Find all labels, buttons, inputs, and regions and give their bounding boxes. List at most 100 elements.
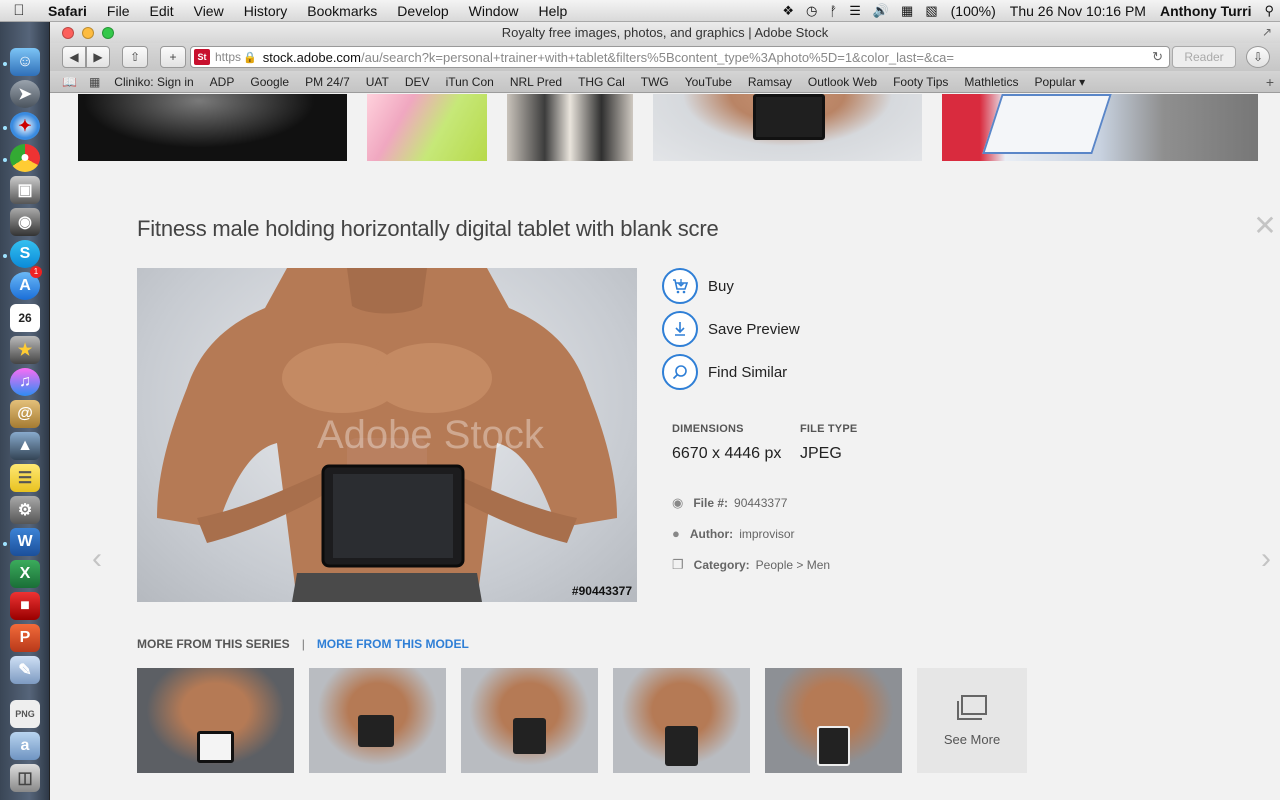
search-result-thumbnail[interactable] [507, 94, 633, 161]
excel-icon[interactable]: X [10, 560, 40, 588]
search-result-thumbnail[interactable] [653, 94, 922, 161]
reading-list-icon[interactable]: 📖 [56, 75, 83, 89]
menu-view[interactable]: View [184, 3, 234, 19]
powerpoint-icon[interactable]: P [10, 624, 40, 652]
find-similar-button[interactable]: Find Similar [662, 354, 800, 390]
search-result-thumbnail[interactable] [78, 94, 347, 161]
calendar-tray-icon[interactable]: ▦ [895, 3, 919, 19]
facetime-icon[interactable]: ◉ [10, 208, 40, 236]
menu-window[interactable]: Window [459, 3, 529, 19]
top-sites-icon[interactable]: ▦ [83, 75, 106, 89]
menu-file[interactable]: File [97, 3, 140, 19]
cart-icon [662, 268, 698, 304]
calendar-icon[interactable]: 26 [10, 304, 40, 332]
bookmark-item[interactable]: UAT [358, 75, 397, 89]
menu-app-name[interactable]: Safari [38, 3, 97, 19]
bookmark-item[interactable]: ADP [202, 75, 243, 89]
previous-arrow-icon[interactable]: ‹ [87, 544, 107, 574]
chrome-icon[interactable]: ● [10, 144, 40, 172]
word-icon[interactable]: W [10, 528, 40, 556]
dropbox-icon[interactable]: ❖ [776, 3, 800, 19]
bookmark-item[interactable]: THG Cal [570, 75, 633, 89]
preview-image[interactable]: Adobe Stock #90443377 [137, 268, 637, 602]
menu-history[interactable]: History [234, 3, 298, 19]
search-result-thumbnail[interactable] [367, 94, 487, 161]
author-link[interactable]: improvisor [739, 527, 794, 541]
series-thumbnail[interactable] [613, 668, 750, 773]
category-icon: ❐ [672, 557, 684, 572]
author-label: Author: [689, 526, 734, 541]
menu-bookmarks[interactable]: Bookmarks [297, 3, 387, 19]
time-machine-icon[interactable]: ◷ [800, 3, 823, 19]
photo-booth-icon[interactable]: ▣ [10, 176, 40, 204]
apple-menu-icon[interactable]:  [0, 2, 38, 19]
wifi-icon[interactable]: ☰ [843, 3, 867, 19]
tab-more-from-series[interactable]: MORE FROM THIS SERIES [137, 637, 290, 651]
share-button[interactable]: ⇧ [122, 46, 148, 68]
dock: ☺ ➤ ✦ ● ▣ ◉ S A 1 26 ★ ♫ @ ▲ ☰ ⚙ W X ■ P… [0, 22, 50, 800]
save-preview-button[interactable]: Save Preview [662, 311, 800, 347]
applications-folder-icon[interactable]: a [10, 732, 40, 760]
next-arrow-icon[interactable]: › [1256, 544, 1276, 574]
clock[interactable]: Thu 26 Nov 10:16 PM [1003, 3, 1153, 19]
close-window-button[interactable] [62, 27, 74, 39]
bookmark-item[interactable]: Outlook Web [800, 75, 885, 89]
bookmark-item[interactable]: TWG [633, 75, 677, 89]
search-result-thumbnail[interactable] [942, 94, 1258, 161]
png-file-icon[interactable]: PNG [10, 700, 40, 728]
skype-icon[interactable]: S [10, 240, 40, 268]
launchpad-icon[interactable]: ➤ [10, 80, 40, 108]
finder-icon[interactable]: ☺ [10, 48, 40, 76]
forward-button[interactable]: ▶ [86, 46, 110, 68]
safari-icon[interactable]: ✦ [10, 112, 40, 140]
reload-icon[interactable]: ↻ [1152, 49, 1163, 65]
trash-icon[interactable]: ◫ [10, 764, 40, 792]
menu-edit[interactable]: Edit [139, 3, 183, 19]
bookmark-item[interactable]: DEV [397, 75, 438, 89]
spotlight-search-icon[interactable]: ⚲ [1258, 3, 1280, 19]
stickies-icon[interactable]: ☰ [10, 464, 40, 492]
address-bar[interactable]: St https 🔒 stock.adobe.com /au/search?k=… [190, 46, 1170, 68]
see-more-button[interactable]: See More [917, 668, 1027, 773]
add-bookmark-button[interactable]: + [160, 46, 186, 68]
itunes-icon[interactable]: ♫ [10, 368, 40, 396]
bookmark-item[interactable]: Ramsay [740, 75, 800, 89]
bookmark-item[interactable]: Google [242, 75, 297, 89]
menu-help[interactable]: Help [528, 3, 577, 19]
minimize-window-button[interactable] [82, 27, 94, 39]
bookmark-item[interactable]: YouTube [677, 75, 740, 89]
series-thumbnail[interactable] [309, 668, 446, 773]
system-preferences-icon[interactable]: ⚙ [10, 496, 40, 524]
bookmark-item[interactable]: PM 24/7 [297, 75, 358, 89]
battery-icon[interactable]: ▧ [919, 3, 943, 19]
menu-develop[interactable]: Develop [387, 3, 458, 19]
bookmark-item[interactable]: NRL Pred [502, 75, 570, 89]
red-app-icon[interactable]: ■ [10, 592, 40, 620]
fullscreen-icon[interactable]: ↗ [1262, 22, 1272, 43]
volume-icon[interactable]: 🔊 [867, 3, 895, 19]
back-button[interactable]: ◀ [62, 46, 86, 68]
tab-more-from-model[interactable]: MORE FROM THIS MODEL [317, 637, 469, 651]
preview-icon[interactable]: ✎ [10, 656, 40, 684]
iphoto-icon[interactable]: ▲ [10, 432, 40, 460]
close-detail-icon[interactable]: ✕ [1253, 212, 1277, 240]
reader-button[interactable]: Reader [1172, 46, 1236, 68]
bluetooth-icon[interactable]: ᚡ [823, 4, 843, 19]
series-thumbnail[interactable] [137, 668, 294, 773]
downloads-icon[interactable]: ⇩ [1246, 46, 1270, 68]
contacts-icon[interactable]: @ [10, 400, 40, 428]
bookmarks-popular-menu[interactable]: Popular ▾ [1026, 75, 1093, 89]
bookmark-item[interactable]: Cliniko: Sign in [106, 75, 201, 89]
bookmark-item[interactable]: Footy Tips [885, 75, 956, 89]
buy-button[interactable]: Buy [662, 268, 800, 304]
user-name[interactable]: Anthony Turri [1153, 3, 1259, 19]
series-thumbnail[interactable] [765, 668, 902, 773]
new-tab-button[interactable]: + [1266, 74, 1274, 90]
imovie-star-icon[interactable]: ★ [10, 336, 40, 364]
series-thumbnail[interactable] [461, 668, 598, 773]
category-link[interactable]: People > Men [756, 558, 830, 572]
bookmark-item[interactable]: Mathletics [956, 75, 1026, 89]
window-titlebar: Royalty free images, photos, and graphic… [50, 22, 1280, 43]
bookmark-item[interactable]: iTun Con [438, 75, 502, 89]
zoom-window-button[interactable] [102, 27, 114, 39]
